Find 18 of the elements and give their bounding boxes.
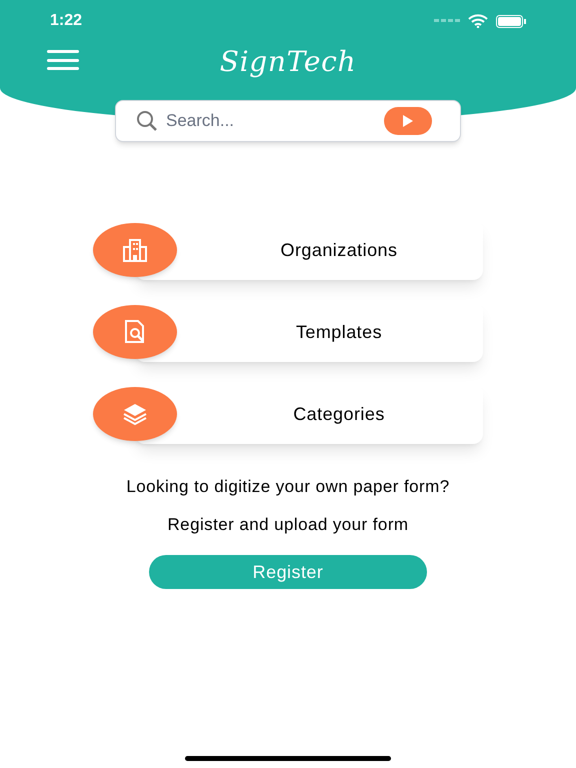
wifi-icon [468, 14, 488, 28]
battery-icon [496, 14, 526, 28]
prompt-text: Looking to digitize your own paper form? [125, 476, 451, 498]
menu-item[interactable]: Organizations [93, 220, 483, 280]
building-icon [122, 237, 148, 263]
menu-item[interactable]: Templates [93, 302, 483, 362]
signal-icon [434, 19, 460, 23]
layers-icon [122, 401, 148, 427]
menu-button[interactable] [47, 50, 79, 70]
menu-item[interactable]: Categories [93, 384, 483, 444]
go-button[interactable] [384, 107, 432, 135]
play-icon [402, 114, 414, 128]
search-field[interactable]: Search... [166, 108, 376, 134]
search-icon [136, 110, 158, 132]
status-time: 1:22 [50, 11, 82, 31]
search-bar[interactable]: Search... [115, 100, 461, 142]
app-logo: SignTech [220, 44, 356, 80]
prompt-subtext: Register and upload your form [166, 514, 410, 536]
